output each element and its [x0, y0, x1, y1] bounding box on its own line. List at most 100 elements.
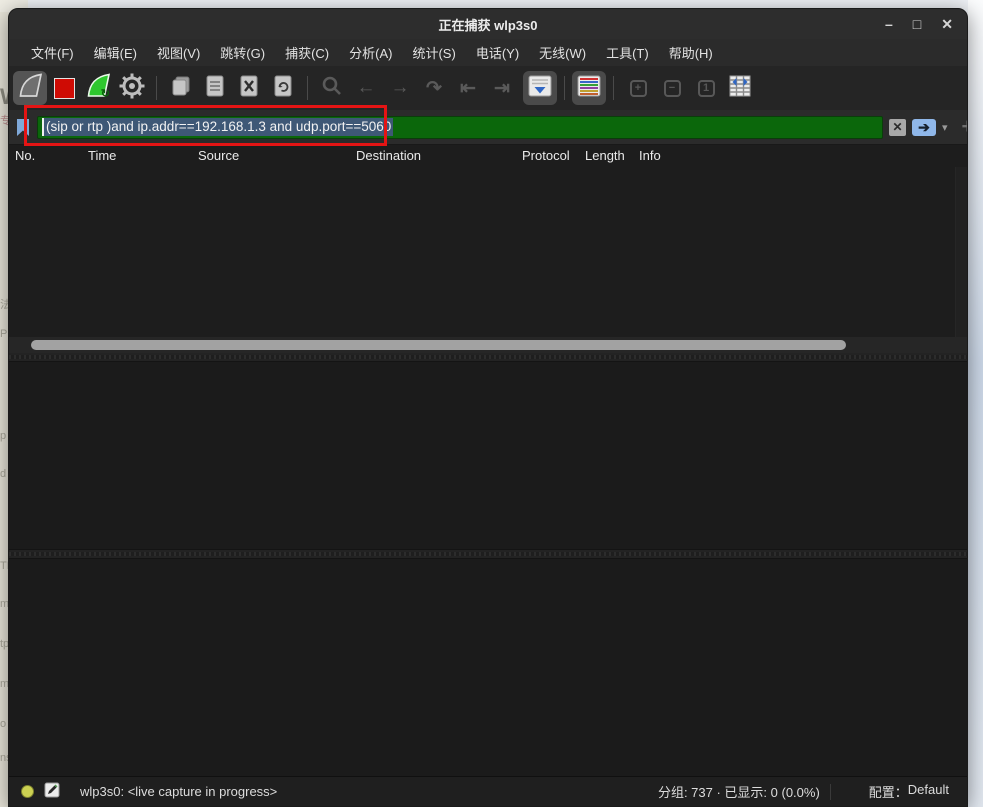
go-forward-button: →	[383, 71, 417, 105]
menu-item-analyze[interactable]: 分析(A)	[339, 43, 402, 62]
shark-fin-icon	[17, 72, 44, 104]
desktop-text-fragment: o	[0, 718, 6, 730]
save-capture-file-button[interactable]	[198, 71, 232, 105]
maximize-button[interactable]: □	[913, 9, 921, 39]
find-packet-button	[315, 71, 349, 105]
restart-capture-button[interactable]: ↻	[81, 71, 115, 105]
apply-filter-button[interactable]: ➔	[912, 119, 936, 136]
last-packet-button: ⇥	[485, 71, 519, 105]
profile-value: Default	[908, 782, 949, 801]
zoom-original-button: 1	[689, 71, 723, 105]
display-filter-text: (sip or rtp )and ip.addr==192.168.1.3 an…	[42, 118, 393, 136]
packet-list-vertical-scrollbar[interactable]	[955, 167, 967, 337]
resize-columns-button[interactable]	[723, 71, 757, 105]
filter-bar: (sip or rtp )and ip.addr==192.168.1.3 an…	[9, 110, 967, 144]
first-packet-button: ⇤	[451, 71, 485, 105]
profile-section[interactable]: 配置： Default	[869, 782, 949, 801]
menu-item-view[interactable]: 视图(V)	[147, 43, 210, 62]
column-header-destination[interactable]: Destination	[356, 148, 421, 163]
open-capture-file-button[interactable]	[164, 71, 198, 105]
arrow-left-icon: ←	[357, 77, 376, 99]
toolbar-separator	[613, 76, 614, 100]
reload-file-icon	[271, 74, 295, 103]
menu-item-help[interactable]: 帮助(H)	[659, 43, 723, 62]
open-file-icon	[169, 74, 193, 103]
curved-arrow-icon: ↷	[426, 77, 442, 100]
toolbar-separator	[156, 76, 157, 100]
window-controls: – □ ✕	[885, 9, 953, 39]
search-icon	[320, 74, 344, 103]
add-filter-button: +	[962, 115, 968, 139]
go-to-packet-button: ↷	[417, 71, 451, 105]
minimize-button[interactable]: –	[885, 9, 893, 39]
desktop-text-fragment: P	[0, 328, 7, 340]
filter-bookmark-button[interactable]	[15, 118, 31, 137]
packet-list-body[interactable]	[9, 167, 955, 337]
colorize-icon	[576, 74, 602, 103]
column-header-length[interactable]: Length	[585, 148, 625, 163]
go-back-button: ←	[349, 71, 383, 105]
column-header-time[interactable]: Time	[88, 148, 116, 163]
resize-columns-icon	[727, 74, 753, 103]
arrow-to-end-icon: ⇥	[494, 77, 510, 100]
desktop-background-right	[968, 0, 983, 807]
clear-filter-button[interactable]: ✕	[889, 119, 906, 136]
reload-capture-file-button[interactable]	[266, 71, 300, 105]
filter-dropdown-button[interactable]: ▾	[942, 121, 948, 134]
zoom-out-button: −	[655, 71, 689, 105]
column-header-protocol[interactable]: Protocol	[522, 148, 570, 163]
stop-square-icon	[54, 78, 75, 99]
gear-icon	[118, 72, 146, 105]
colorize-packets-button[interactable]	[572, 71, 606, 105]
bookmark-icon	[15, 118, 31, 137]
menu-item-capture[interactable]: 捕获(C)	[275, 43, 339, 62]
packet-list-header: No. Time Source Destination Protocol Len…	[9, 145, 967, 167]
start-capture-button[interactable]	[13, 71, 47, 105]
toolbar-separator	[564, 76, 565, 100]
arrow-right-icon: →	[391, 77, 410, 99]
close-button[interactable]: ✕	[941, 9, 953, 39]
auto-scroll-button[interactable]	[523, 71, 557, 105]
column-header-source[interactable]: Source	[198, 148, 239, 163]
menu-item-edit[interactable]: 编辑(E)	[84, 43, 147, 62]
status-bar: wlp3s0: <live capture in progress> 分组: 7…	[9, 776, 967, 806]
restart-arrow-icon: ↻	[101, 87, 110, 100]
menu-item-tools[interactable]: 工具(T)	[596, 43, 659, 62]
menu-item-file[interactable]: 文件(F)	[21, 43, 84, 62]
column-header-info[interactable]: Info	[639, 148, 661, 163]
packet-list-horizontal-scrollbar[interactable]	[9, 337, 967, 353]
packet-details-pane[interactable]	[9, 361, 967, 550]
capture-options-button[interactable]	[115, 71, 149, 105]
capture-comment-icon[interactable]	[44, 782, 60, 801]
auto-scroll-icon	[527, 74, 553, 103]
status-separator	[830, 784, 831, 800]
display-filter-input[interactable]: (sip or rtp )and ip.addr==192.168.1.3 an…	[37, 116, 883, 139]
expert-info-icon[interactable]	[21, 785, 34, 798]
menu-item-go[interactable]: 跳转(G)	[210, 43, 275, 62]
zoom-in-icon: +	[630, 80, 647, 97]
stop-capture-button[interactable]	[47, 71, 81, 105]
horizontal-scrollbar-thumb[interactable]	[31, 340, 846, 350]
capture-status-text: wlp3s0: <live capture in progress>	[80, 784, 277, 799]
menu-bar: 文件(F) 编辑(E) 视图(V) 跳转(G) 捕获(C) 分析(A) 统计(S…	[9, 39, 967, 66]
pane-splitter-top[interactable]	[9, 353, 967, 361]
zoom-in-button: +	[621, 71, 655, 105]
menu-item-telephony[interactable]: 电话(Y)	[466, 43, 529, 62]
menu-item-wireless[interactable]: 无线(W)	[529, 43, 596, 62]
arrow-to-start-icon: ⇤	[460, 77, 476, 100]
save-file-icon	[203, 74, 227, 103]
packet-list-pane[interactable]: No. Time Source Destination Protocol Len…	[9, 144, 967, 353]
desktop-text-fragment: d	[0, 468, 6, 480]
close-capture-file-button[interactable]	[232, 71, 266, 105]
close-file-icon	[237, 74, 261, 103]
title-bar[interactable]: 正在捕获 wlp3s0 – □ ✕	[9, 9, 967, 39]
main-toolbar: ↻	[9, 66, 967, 110]
zoom-original-icon: 1	[698, 80, 715, 97]
pane-splitter-bottom[interactable]	[9, 550, 967, 558]
column-header-no[interactable]: No.	[15, 148, 35, 163]
zoom-out-icon: −	[664, 80, 681, 97]
wireshark-window: 正在捕获 wlp3s0 – □ ✕ 文件(F) 编辑(E) 视图(V) 跳转(G…	[8, 8, 968, 807]
toolbar-separator	[307, 76, 308, 100]
menu-item-statistics[interactable]: 统计(S)	[402, 43, 465, 62]
packet-bytes-pane[interactable]	[9, 558, 967, 776]
